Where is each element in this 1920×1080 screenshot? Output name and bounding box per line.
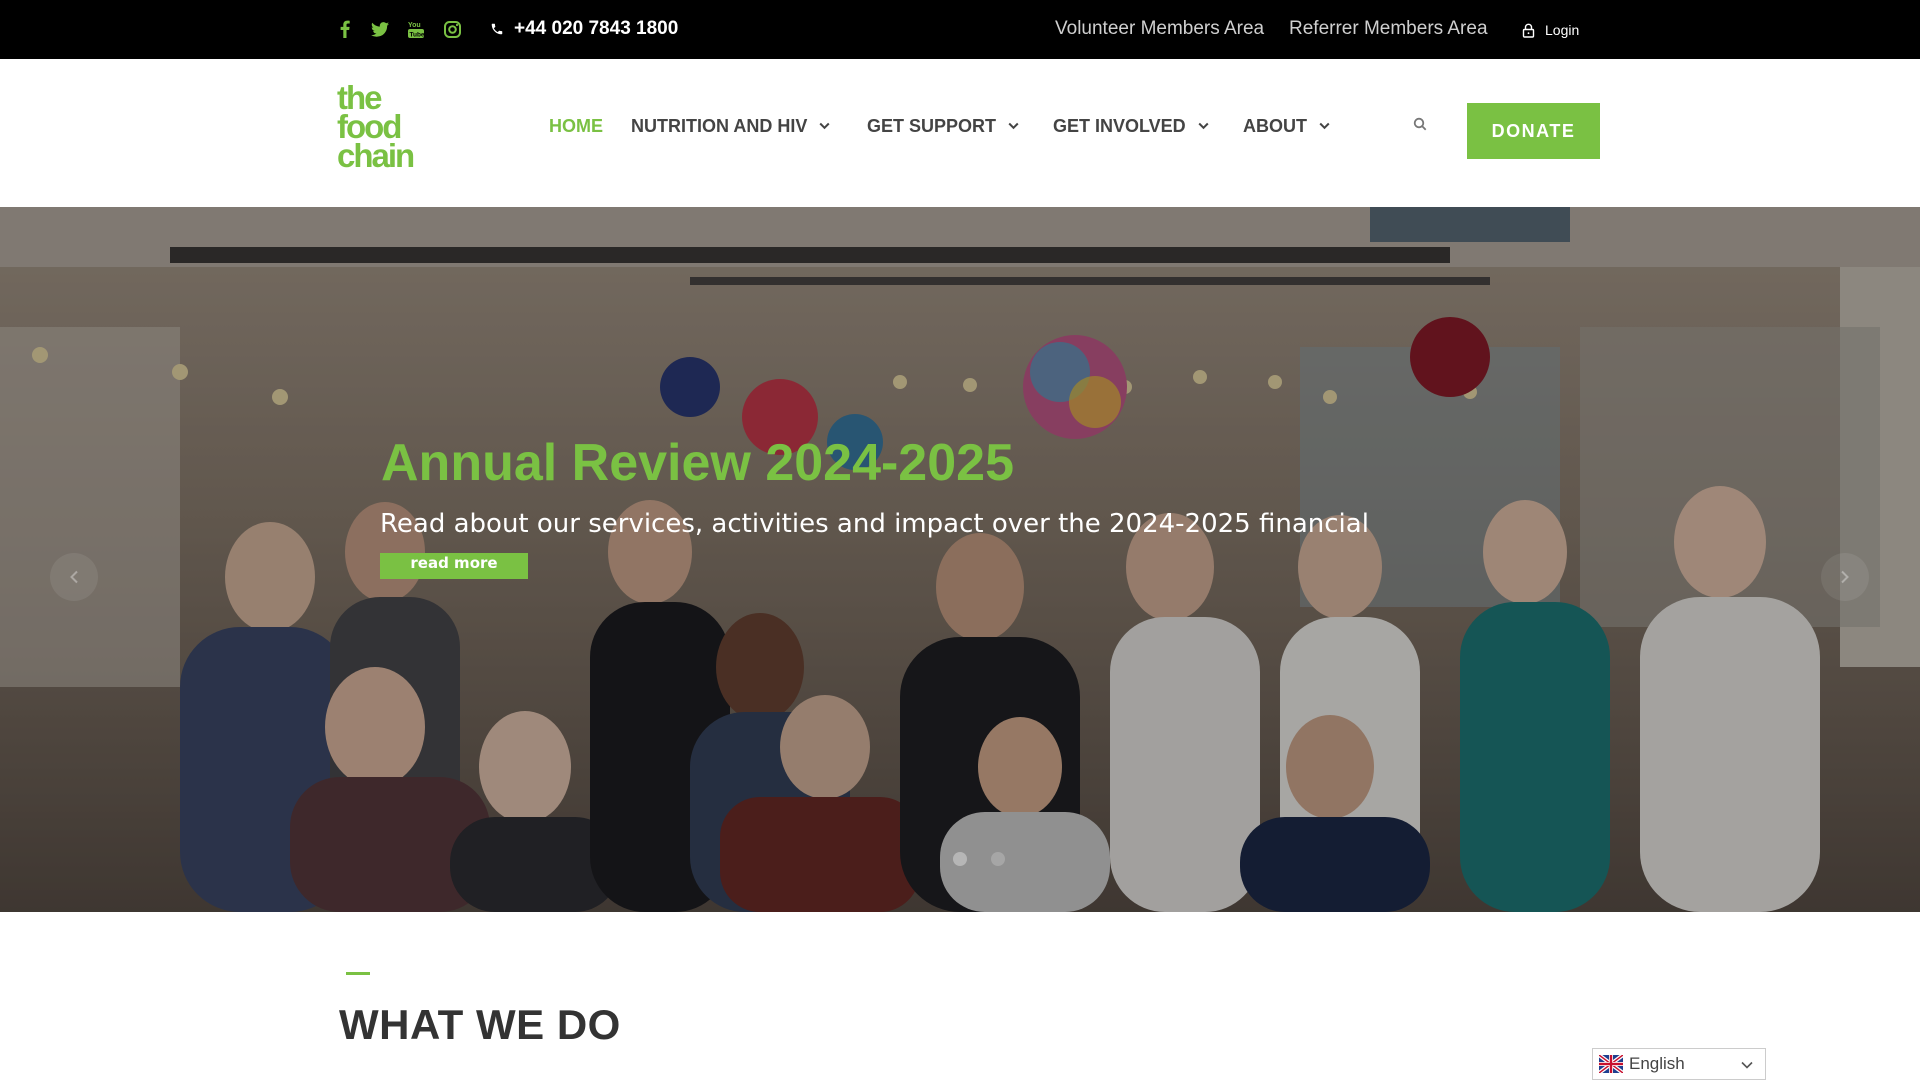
nav-about-label: ABOUT	[1243, 116, 1307, 136]
svg-text:You: You	[408, 22, 421, 29]
svg-text:Tube: Tube	[410, 32, 425, 39]
lock-icon	[1522, 23, 1535, 38]
site-header: the food chain HOME NUTRITION AND HIV GE…	[0, 59, 1920, 207]
chevron-down-icon	[1319, 122, 1330, 130]
hero-title: Annual Review 2024-2025	[381, 434, 1014, 492]
phone-number: +44 020 7843 1800	[514, 18, 679, 39]
language-selector[interactable]: English	[1592, 1048, 1766, 1080]
slider-dot[interactable]	[991, 852, 1005, 866]
nav-get-involved-label: GET INVOLVED	[1053, 116, 1186, 136]
nav-nutrition-label: NUTRITION AND HIV	[631, 116, 808, 136]
nav-home-label: HOME	[549, 116, 603, 136]
nav-get-support[interactable]: GET SUPPORT	[867, 115, 1019, 137]
chevron-down-icon	[1741, 1061, 1753, 1069]
youtube-icon[interactable]: You Tube	[408, 17, 424, 41]
slider-next-button[interactable]	[1821, 553, 1869, 601]
login-label: Login	[1545, 22, 1580, 38]
nav-about[interactable]: ABOUT	[1243, 115, 1330, 137]
search-button[interactable]	[1413, 117, 1427, 136]
section-title: WHAT WE DO	[339, 1001, 621, 1048]
phone-contact[interactable]: +44 020 7843 1800	[490, 17, 678, 41]
language-label: English	[1629, 1054, 1685, 1073]
login-link[interactable]: Login	[1522, 20, 1579, 40]
search-icon	[1413, 117, 1427, 131]
instagram-icon[interactable]	[444, 17, 461, 41]
chevron-down-icon	[1198, 122, 1209, 130]
chevron-right-icon	[1841, 570, 1849, 584]
referrer-members-link[interactable]: Referrer Members Area	[1289, 17, 1488, 41]
hero-overlay	[0, 207, 1920, 912]
uk-flag-icon	[1599, 1055, 1623, 1073]
slider-prev-button[interactable]	[50, 553, 98, 601]
phone-icon	[491, 23, 503, 35]
chevron-down-icon	[1008, 122, 1019, 130]
hero-subtitle: Read about our services, activities and …	[380, 509, 1369, 539]
donate-button[interactable]: DONATE	[1467, 103, 1600, 159]
slider-dot[interactable]	[953, 852, 967, 866]
logo-line-3: chain	[337, 137, 415, 174]
chevron-left-icon	[70, 570, 78, 584]
nav-get-involved[interactable]: GET INVOLVED	[1053, 115, 1209, 137]
top-bar: You Tube +44 020 7843 1800 Volunteer Memb…	[0, 0, 1920, 59]
section-accent-line	[346, 972, 370, 975]
hero-slider: Annual Review 2024-2025 Read about our s…	[0, 207, 1920, 912]
chevron-down-icon	[819, 122, 830, 130]
read-more-button[interactable]: read more	[380, 553, 528, 579]
twitter-icon[interactable]	[371, 17, 389, 41]
facebook-icon[interactable]	[340, 17, 350, 41]
nav-nutrition-and-hiv[interactable]: NUTRITION AND HIV	[631, 115, 830, 137]
nav-home[interactable]: HOME	[549, 115, 603, 137]
volunteer-members-link[interactable]: Volunteer Members Area	[1055, 17, 1264, 41]
logo[interactable]: the food chain	[337, 81, 437, 179]
nav-get-support-label: GET SUPPORT	[867, 116, 997, 136]
